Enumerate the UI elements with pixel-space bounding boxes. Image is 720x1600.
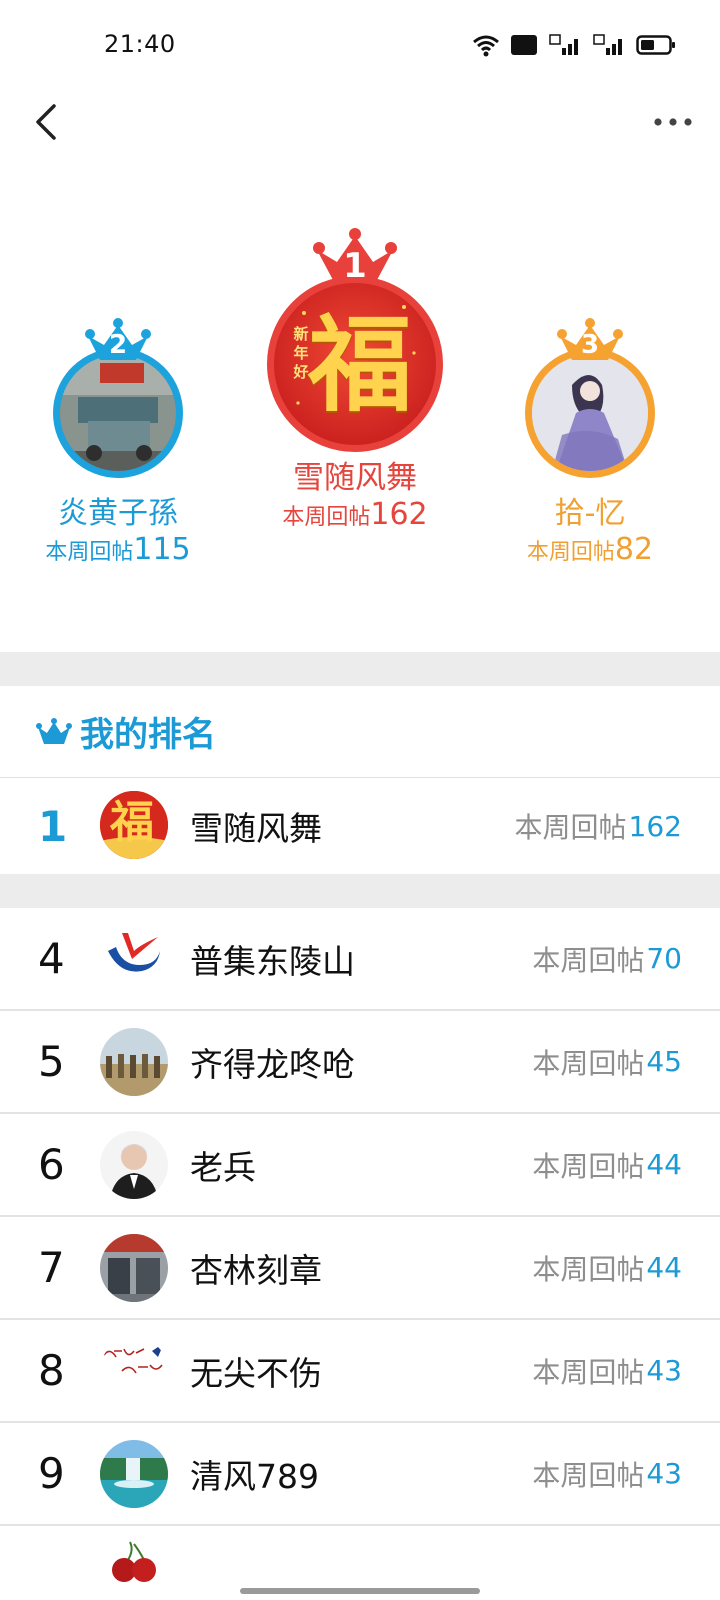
rank-score: 本周回帖 70 bbox=[532, 908, 682, 1009]
score-value: 82 bbox=[614, 532, 654, 567]
rank-name: 杏林刻章 bbox=[190, 1250, 322, 1290]
rank-number: 7 bbox=[38, 1243, 65, 1292]
score-label: 本周回帖 bbox=[532, 1355, 645, 1389]
score-label: 本周回帖 bbox=[45, 540, 134, 565]
wifi-icon bbox=[472, 33, 500, 57]
rank-name: 老兵 bbox=[190, 1147, 256, 1187]
more-dots-icon bbox=[654, 118, 692, 126]
rank-score: 本周回帖 162 bbox=[515, 778, 682, 874]
rank-number-1: 1 bbox=[343, 246, 367, 286]
status-bar: 21:40 bbox=[0, 0, 720, 88]
rank-score: 本周回帖 45 bbox=[532, 1011, 682, 1112]
score-label: 本周回帖 bbox=[532, 943, 645, 977]
podium-name: 炎黄子孫 bbox=[58, 496, 178, 531]
score-label: 本周回帖 bbox=[282, 505, 371, 530]
list-item[interactable]: 9 清风789 本周回帖 43 bbox=[0, 1423, 720, 1526]
fu-avatar: 新年好 福 bbox=[267, 276, 443, 452]
podium-score: 本周回帖115 bbox=[30, 532, 206, 567]
truck-photo-avatar bbox=[53, 348, 183, 478]
rank-score: 本周回帖 44 bbox=[532, 1114, 682, 1215]
rank-number-3: 3 bbox=[580, 330, 600, 360]
score-label: 本周回帖 bbox=[532, 1458, 645, 1492]
shopfront-avatar bbox=[100, 1234, 168, 1302]
rank-name: 雪随风舞 bbox=[190, 809, 322, 848]
podium-second[interactable]: 2 炎黄子孫 本周回帖115 bbox=[30, 318, 206, 567]
section-divider bbox=[0, 652, 720, 686]
lady-illustration-avatar bbox=[525, 348, 655, 478]
score-label: 本周回帖 bbox=[532, 1046, 645, 1080]
rank-name: 齐得龙咚呛 bbox=[190, 1044, 355, 1084]
more-button[interactable] bbox=[646, 98, 700, 146]
back-button[interactable] bbox=[22, 98, 70, 146]
fu-char: 福 bbox=[308, 304, 413, 426]
status-time: 21:40 bbox=[104, 30, 176, 58]
calligraphy-avatar bbox=[100, 1337, 168, 1405]
battery-icon bbox=[636, 33, 676, 57]
list-item[interactable]: 8 无尖不伤 本周回帖 43 bbox=[0, 1320, 720, 1423]
hd-icon bbox=[510, 33, 538, 57]
rank-score: 本周回帖 43 bbox=[532, 1423, 682, 1524]
rank-name: 清风789 bbox=[190, 1456, 319, 1496]
score-value: 162 bbox=[370, 497, 428, 532]
fu-avatar: 福 bbox=[100, 791, 168, 859]
score-label: 本周回帖 bbox=[514, 811, 627, 844]
rank-number: 6 bbox=[38, 1140, 65, 1189]
status-icons bbox=[472, 30, 676, 60]
list-item[interactable]: 7 杏林刻章 本周回帖 44 bbox=[0, 1217, 720, 1320]
score-value: 162 bbox=[628, 809, 682, 843]
rank-name: 无尖不伤 bbox=[190, 1353, 322, 1393]
score-value: 70 bbox=[646, 942, 682, 975]
rank-number: 5 bbox=[38, 1037, 65, 1086]
podium-third[interactable]: 3 拾-忆 本周回帖82 bbox=[518, 318, 662, 567]
score-value: 45 bbox=[646, 1045, 682, 1078]
score-value: 44 bbox=[646, 1148, 682, 1181]
section-divider bbox=[0, 874, 720, 908]
podium-first[interactable]: 新年好 福 1 雪随风舞 本周回帖162 bbox=[250, 228, 460, 532]
score-value: 44 bbox=[646, 1251, 682, 1284]
podium-score: 本周回帖162 bbox=[250, 497, 460, 532]
portrait-avatar bbox=[100, 1131, 168, 1199]
rank-number: 4 bbox=[38, 934, 65, 983]
rank-number: 9 bbox=[38, 1449, 65, 1498]
list-item[interactable]: 6 老兵 本周回帖 44 bbox=[0, 1114, 720, 1217]
score-label: 本周回帖 bbox=[532, 1149, 645, 1183]
red-blue-logo-avatar bbox=[100, 925, 168, 993]
signal-4g-icon bbox=[548, 33, 582, 57]
rank-score: 本周回帖 43 bbox=[532, 1320, 682, 1421]
list-item-partial[interactable] bbox=[100, 1540, 168, 1600]
fu-char: 福 bbox=[110, 797, 154, 848]
rank-number-2: 2 bbox=[108, 330, 128, 360]
cherry-avatar bbox=[112, 1541, 156, 1582]
nav-bar bbox=[0, 88, 720, 154]
list-item[interactable]: 4 普集东陵山 本周回帖 70 bbox=[0, 908, 720, 1011]
rank-number: 8 bbox=[38, 1346, 65, 1395]
my-rank-row[interactable]: 1 福 雪随风舞 本周回帖 162 bbox=[0, 778, 720, 874]
signal-4g-icon-2 bbox=[592, 33, 626, 57]
podium-name: 拾-忆 bbox=[554, 496, 626, 531]
score-value: 43 bbox=[646, 1354, 682, 1387]
list-item[interactable]: 5 齐得龙咚呛 本周回帖 45 bbox=[0, 1011, 720, 1114]
podium-name: 雪随风舞 bbox=[293, 460, 417, 496]
chevron-left-icon bbox=[36, 104, 56, 140]
score-label: 本周回帖 bbox=[532, 1252, 645, 1286]
my-rank-header: 我的排名 bbox=[0, 686, 720, 778]
rank-number: 1 bbox=[38, 801, 68, 851]
my-rank-title: 我的排名 bbox=[80, 715, 216, 755]
rank-name: 普集东陵山 bbox=[190, 941, 355, 981]
group-photo-avatar bbox=[100, 1028, 168, 1096]
score-value: 43 bbox=[646, 1457, 682, 1490]
score-label: 本周回帖 bbox=[526, 540, 615, 565]
rank-score: 本周回帖 44 bbox=[532, 1217, 682, 1318]
score-value: 115 bbox=[133, 532, 191, 567]
crown-icon bbox=[36, 717, 72, 744]
home-indicator[interactable] bbox=[240, 1588, 480, 1594]
podium-score: 本周回帖82 bbox=[518, 532, 662, 567]
waterfall-avatar bbox=[100, 1440, 168, 1508]
